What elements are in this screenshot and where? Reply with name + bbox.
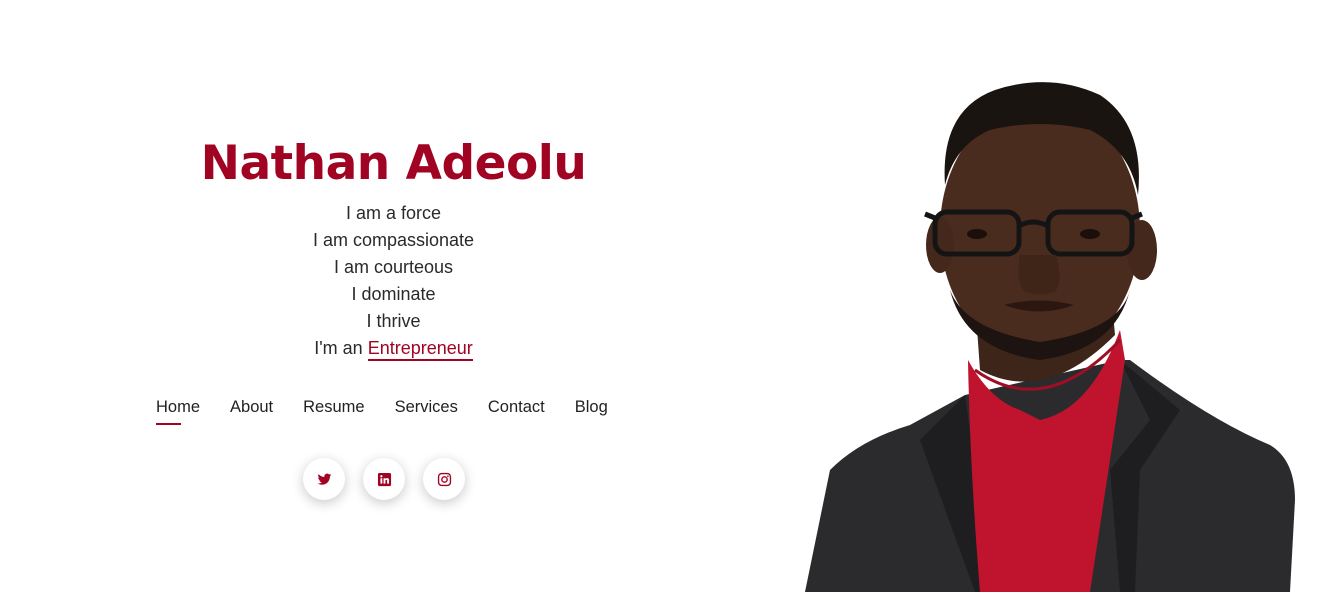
main-nav: Home About Resume Services Contact Blog xyxy=(156,396,638,425)
nav-services[interactable]: Services xyxy=(395,396,458,418)
tagline: I thrive xyxy=(366,311,421,331)
linkedin-icon xyxy=(377,472,391,486)
nav-blog[interactable]: Blog xyxy=(575,396,608,418)
social-links xyxy=(303,458,465,500)
instagram-button[interactable] xyxy=(423,458,465,500)
typed-prefix: I'm an xyxy=(314,338,363,358)
nav-about[interactable]: About xyxy=(230,396,273,418)
hero-name: Nathan Adeolu xyxy=(200,136,587,191)
tagline: I am courteous xyxy=(333,257,454,277)
tagline-list: I am a force I am compassionate I am cou… xyxy=(130,200,657,362)
nav-home[interactable]: Home xyxy=(156,396,200,425)
nav-resume[interactable]: Resume xyxy=(303,396,364,418)
profile-photo xyxy=(805,82,1295,592)
instagram-icon xyxy=(437,472,451,486)
tagline: I am compassionate xyxy=(312,230,475,250)
nav-contact[interactable]: Contact xyxy=(488,396,545,418)
linkedin-button[interactable] xyxy=(363,458,405,500)
tagline: I dominate xyxy=(351,284,436,304)
tagline: I am a force xyxy=(345,203,442,223)
typed-word: Entrepreneur xyxy=(367,338,473,361)
typed-line: I'm an Entrepreneur xyxy=(130,335,657,362)
hero-intro: Nathan Adeolu I am a force I am compassi… xyxy=(130,130,657,362)
twitter-icon xyxy=(317,473,331,485)
twitter-button[interactable] xyxy=(303,458,345,500)
